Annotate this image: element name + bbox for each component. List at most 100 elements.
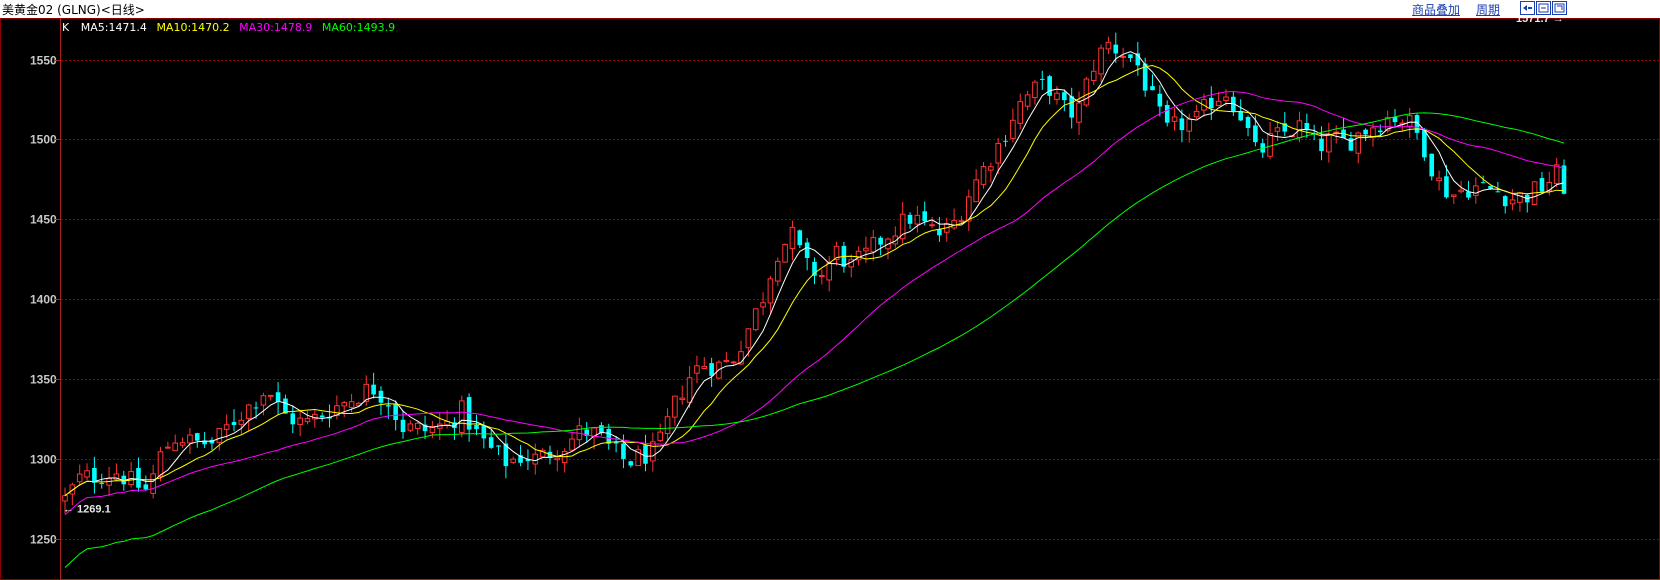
candle-body [1047,76,1052,96]
candle-body [686,377,693,403]
candle-body [99,483,105,485]
candle-body [1017,101,1024,124]
candle-body [1215,100,1222,107]
close-icon[interactable] [1552,1,1567,15]
annotation-1: ← 1269.1 [63,504,111,516]
candle-body [319,415,325,418]
candle-body [569,438,575,451]
candle-body [1039,78,1045,80]
candle-body [1003,140,1008,142]
candle-body [1098,47,1104,75]
candle-body [1326,133,1332,153]
candle-body [267,394,274,397]
candle-body [767,278,774,304]
candle-body [275,392,281,402]
candle-body [1553,164,1560,184]
overlay-commodity-link[interactable]: 商品叠加 [1412,1,1460,18]
candle-body [797,230,803,246]
candle-body [1238,111,1243,121]
candle-body [76,473,83,483]
restore-icon[interactable] [1520,1,1535,15]
candle-body [1245,116,1251,129]
candle-body [1120,55,1126,58]
candle-body [1024,94,1031,107]
candle-body [672,395,678,418]
candle-body [407,423,414,431]
candle-body [723,359,730,363]
candle-94 [752,308,759,332]
candle-body [980,166,987,185]
ma60-legend: MA60:1493.9 [322,21,395,34]
candle-body [510,458,517,463]
candle-body [907,214,913,224]
candle-body [1223,96,1229,102]
candle-body [826,262,832,281]
candle-body [260,395,267,406]
candle-body [1274,127,1281,132]
candle-body [1069,96,1074,118]
title-bar: 美黄金02 (GLNG)<日线> 商品叠加 周期 [0,0,1660,18]
candle-body [1253,125,1258,143]
candle-body [606,428,612,444]
candlestick-chart[interactable]: 1250 1300 1350 1400 1450 1500 1550 1571.7 → ← 1… [0,18,1660,580]
period-link[interactable]: 周期 [1476,1,1500,18]
candle-body [599,425,604,434]
y-tick-1400: 1400 [30,293,57,307]
candle-body [1444,176,1449,198]
ma-legend: K MA5:1471.4 MA10:1470.2 MA30:1478.9 MA6… [62,21,395,34]
candle-body [1450,194,1457,197]
candle-body [371,384,376,395]
candle-body [223,424,230,430]
candle-body [157,451,164,477]
candle-body [1128,54,1133,59]
candle-body [1296,120,1303,139]
candle-body [1076,102,1082,123]
candle-body [752,308,759,331]
candle-body [1363,129,1368,135]
candle-body [386,405,391,407]
candle-body [621,443,626,459]
ma30-legend: MA30:1478.9 [239,21,312,34]
candle-body [1113,44,1119,54]
candle-body [1083,78,1090,106]
candle-body [1495,191,1501,193]
candle-body [951,220,957,229]
candle-body [378,390,384,403]
candle-body [172,442,179,452]
fullscreen-icon[interactable] [1536,1,1551,15]
candle-body [1150,86,1155,91]
candle-body [995,142,1002,164]
candle-139 [1083,76,1090,107]
candle-body [231,421,237,426]
candle-body [643,445,648,464]
candle-body [187,434,193,444]
candle-body [304,417,311,423]
candle-body [694,365,700,374]
candle-body [393,404,398,420]
candle-body [1466,191,1471,198]
candle-body [937,229,942,236]
candle-body [745,328,752,349]
candle-body [1429,153,1435,177]
candle-body [1164,104,1170,123]
candle-body [474,424,479,430]
candle-body [1377,130,1383,133]
candle-body [1267,133,1273,157]
candle-body [1509,199,1516,205]
y-tick-1550: 1550 [30,54,57,68]
candle-body [1179,118,1185,131]
candle-body [554,457,561,461]
candle-body [400,419,406,433]
y-tick-1350: 1350 [30,373,57,387]
candle-body [929,224,935,227]
candle-body [1090,70,1097,81]
candle-body [290,413,296,425]
candle-98 [782,243,788,263]
candle-body [1473,185,1479,196]
candle-body [878,237,883,245]
candle-body [488,437,494,448]
candle-body [1502,196,1508,207]
y-tick-1250: 1250 [30,533,57,547]
y-tick-1300: 1300 [30,453,57,467]
candle-body [1208,97,1214,109]
